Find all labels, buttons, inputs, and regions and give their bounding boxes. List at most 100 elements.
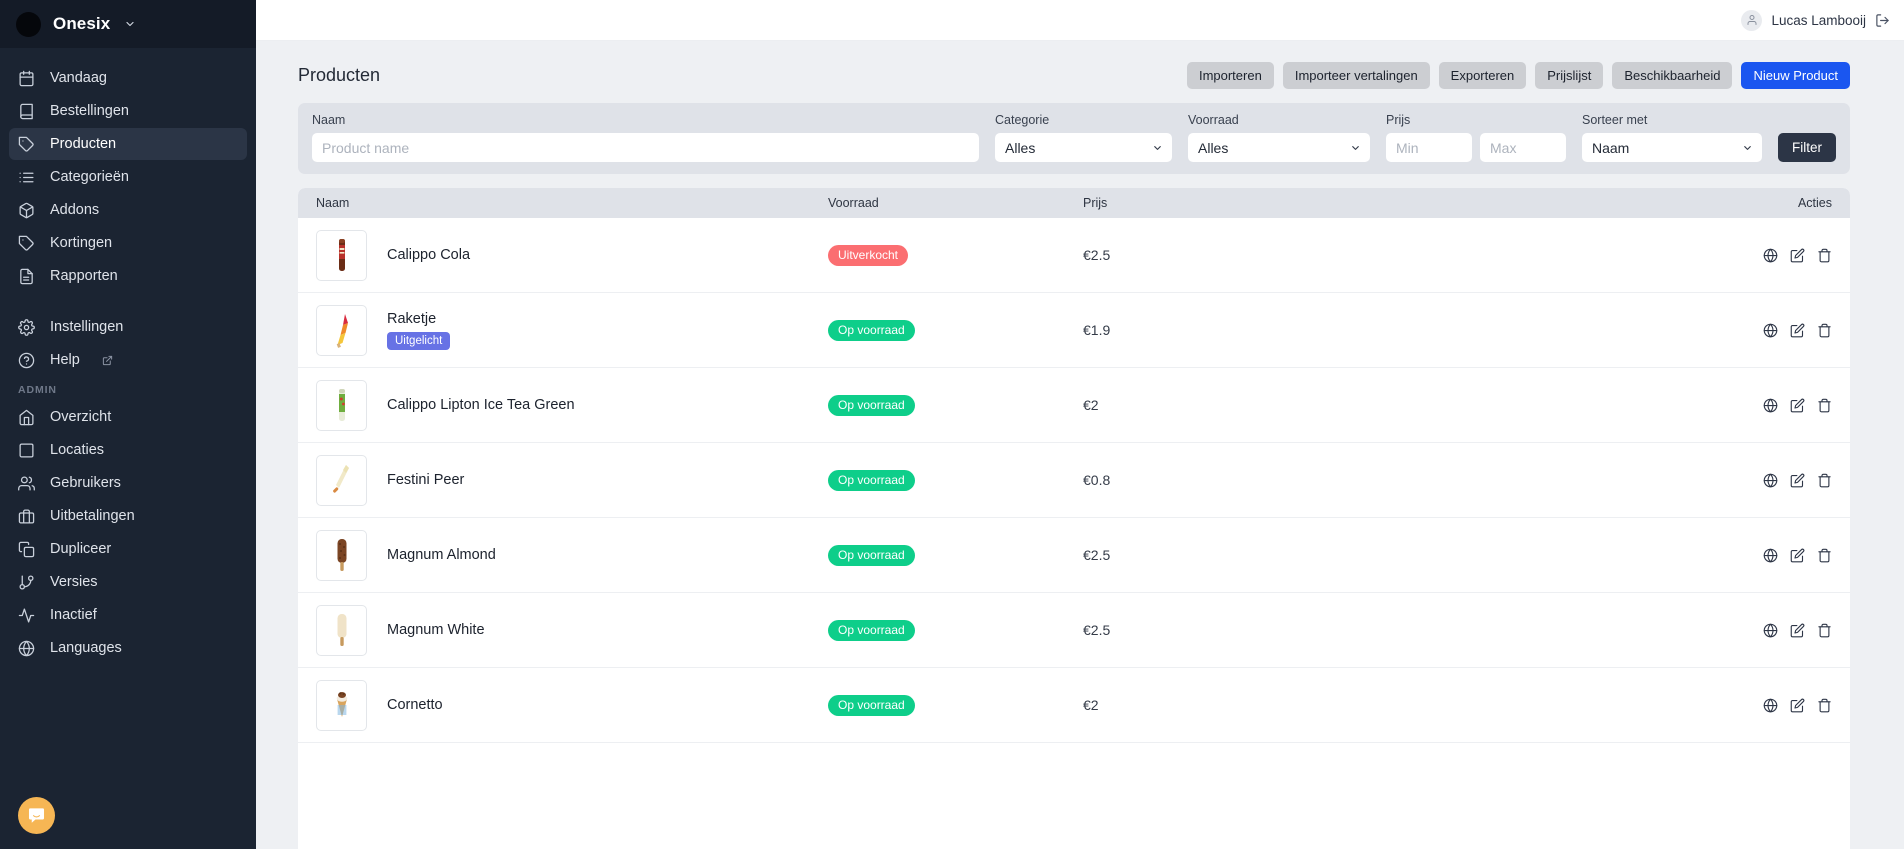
- export-button[interactable]: Exporteren: [1438, 62, 1527, 89]
- edit-icon[interactable]: [1790, 473, 1805, 488]
- sidebar-item-uitbetalingen[interactable]: Uitbetalingen: [9, 500, 247, 532]
- topbar: Lucas Lambooij: [256, 0, 1904, 41]
- globe-icon[interactable]: [1763, 323, 1778, 338]
- edit-icon[interactable]: [1790, 323, 1805, 338]
- chat-bubble-icon[interactable]: [18, 797, 55, 834]
- sidebar-item-overzicht[interactable]: Overzicht: [9, 401, 247, 433]
- sidebar-item-label: Bestellingen: [50, 103, 129, 119]
- edit-icon[interactable]: [1790, 398, 1805, 413]
- row-actions: [1712, 698, 1832, 713]
- stock-cell: Uitverkocht: [828, 244, 1083, 266]
- book-icon: [18, 103, 35, 120]
- trash-icon[interactable]: [1817, 548, 1832, 563]
- users-icon: [18, 475, 35, 492]
- table-body: Calippo Cola Uitverkocht €2.5 Raketje Uitgel…: [298, 218, 1850, 743]
- filter-name-label: Naam: [312, 113, 346, 127]
- brand-switcher[interactable]: Onesix: [0, 0, 256, 48]
- sidebar-item-addons[interactable]: Addons: [9, 194, 247, 226]
- import-button[interactable]: Importeren: [1186, 62, 1274, 89]
- search-input[interactable]: [312, 133, 979, 162]
- stock-cell: Op voorraad: [828, 619, 1083, 641]
- gear-icon: [18, 318, 35, 336]
- question-circle-icon: [18, 352, 35, 369]
- trash-icon[interactable]: [1817, 323, 1832, 338]
- external-link-icon: [102, 355, 113, 366]
- globe-icon[interactable]: [1763, 473, 1778, 488]
- sidebar-item-help[interactable]: Help: [9, 344, 247, 376]
- table-row[interactable]: Magnum Almond Op voorraad €2.5: [298, 518, 1850, 593]
- product-name: Cornetto: [387, 697, 443, 713]
- sidebar-item-kortingen[interactable]: Kortingen: [9, 227, 247, 259]
- globe-icon[interactable]: [1763, 623, 1778, 638]
- trash-icon[interactable]: [1817, 623, 1832, 638]
- page-header: Producten Importeren Importeer vertaling…: [298, 41, 1850, 103]
- sidebar-item-dupliceer[interactable]: Dupliceer: [9, 533, 247, 565]
- sidebar-item-bestellingen[interactable]: Bestellingen: [9, 95, 247, 127]
- price-cell: €2.5: [1083, 622, 1111, 638]
- user-menu[interactable]: Lucas Lambooij: [1741, 9, 1866, 31]
- brand-avatar: [16, 11, 41, 37]
- product-name: Calippo Cola: [387, 247, 471, 263]
- import-translations-button[interactable]: Importeer vertalingen: [1282, 62, 1430, 89]
- chevron-down-icon: [124, 18, 136, 30]
- table-row[interactable]: Festini Peer Op voorraad €0.8: [298, 443, 1850, 518]
- sidebar-item-categorieen[interactable]: Categorieën: [9, 161, 247, 193]
- table-row[interactable]: Cornetto Op voorraad €2: [298, 668, 1850, 743]
- sidebar-item-label: Inactief: [50, 607, 97, 623]
- filter-button[interactable]: Filter: [1778, 133, 1836, 162]
- sidebar-item-languages[interactable]: Languages: [9, 632, 247, 664]
- trash-icon[interactable]: [1817, 698, 1832, 713]
- edit-icon[interactable]: [1790, 623, 1805, 638]
- sidebar-item-gebruikers[interactable]: Gebruikers: [9, 467, 247, 499]
- price-min-input[interactable]: [1386, 133, 1472, 162]
- sidebar-item-vandaag[interactable]: Vandaag: [9, 62, 247, 94]
- table-row[interactable]: Raketje Uitgelicht Op voorraad €1.9: [298, 293, 1850, 368]
- table-row[interactable]: Calippo Cola Uitverkocht €2.5: [298, 218, 1850, 293]
- sidebar-item-inactief[interactable]: Inactief: [9, 599, 247, 631]
- filter-voorraad-group: Voorraad Alles: [1188, 113, 1370, 162]
- trash-icon[interactable]: [1817, 473, 1832, 488]
- sidebar-item-instellingen[interactable]: Instellingen: [9, 311, 247, 343]
- product-name-cell: Raketje Uitgelicht: [316, 304, 828, 356]
- edit-icon[interactable]: [1790, 248, 1805, 263]
- trash-icon[interactable]: [1817, 248, 1832, 263]
- main-area: Lucas Lambooij Producten Importeren Impo…: [256, 0, 1904, 849]
- categorie-select[interactable]: Alles: [995, 133, 1172, 162]
- product-info: Festini Peer: [387, 472, 464, 488]
- sidebar-item-label: Kortingen: [50, 235, 113, 251]
- product-name: Magnum White: [387, 622, 485, 638]
- table-row[interactable]: Calippo Lipton Ice Tea Green Op voorraad €…: [298, 368, 1850, 443]
- price-cell: €1.9: [1083, 322, 1111, 338]
- sidebar-item-rapporten[interactable]: Rapporten: [9, 260, 247, 292]
- voorraad-select[interactable]: Alles: [1188, 133, 1370, 162]
- availability-button[interactable]: Beschikbaarheid: [1612, 62, 1733, 89]
- price-max-input[interactable]: [1480, 133, 1566, 162]
- copy-icon: [18, 541, 35, 558]
- globe-icon[interactable]: [1763, 548, 1778, 563]
- table-row[interactable]: Magnum White Op voorraad €2.5: [298, 593, 1850, 668]
- edit-icon[interactable]: [1790, 548, 1805, 563]
- sidebar-item-locaties[interactable]: Locaties: [9, 434, 247, 466]
- trash-icon[interactable]: [1817, 398, 1832, 413]
- sidebar-item-producten[interactable]: Producten: [9, 128, 247, 160]
- product-thumbnail: [316, 379, 367, 431]
- status-badge: Op voorraad: [828, 694, 915, 716]
- price-cell: €2: [1083, 397, 1099, 413]
- sidebar-item-label: Gebruikers: [50, 475, 121, 491]
- sorteer-select[interactable]: Naam: [1582, 133, 1762, 162]
- products-table: Naam Voorraad Prijs Acties Calippo Cola U…: [298, 188, 1850, 849]
- price-cell: €2.5: [1083, 547, 1111, 563]
- new-product-button[interactable]: Nieuw Product: [1741, 62, 1850, 89]
- product-thumbnail: [316, 229, 367, 281]
- logout-icon[interactable]: [1875, 13, 1890, 28]
- globe-icon[interactable]: [1763, 248, 1778, 263]
- product-name-cell: Magnum Almond: [316, 529, 828, 581]
- edit-icon[interactable]: [1790, 698, 1805, 713]
- globe-icon[interactable]: [1763, 398, 1778, 413]
- pricelist-button[interactable]: Prijslijst: [1535, 62, 1604, 89]
- product-name-cell: Cornetto: [316, 679, 828, 731]
- filter-categorie-group: Categorie Alles: [995, 113, 1172, 162]
- globe-icon[interactable]: [1763, 698, 1778, 713]
- sidebar-item-versies[interactable]: Versies: [9, 566, 247, 598]
- user-icon: [1741, 9, 1763, 31]
